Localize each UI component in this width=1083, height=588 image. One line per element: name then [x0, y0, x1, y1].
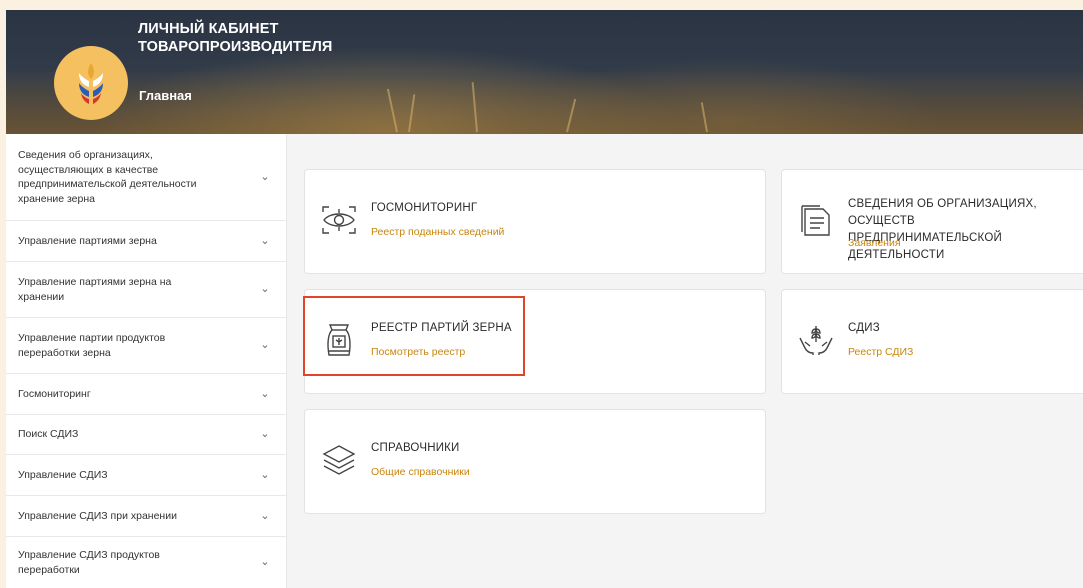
sidebar-item-organizations[interactable]: Сведения об организациях, осуществляющих… [6, 134, 286, 221]
card-organizations[interactable]: СВЕДЕНИЯ ОБ ОРГАНИЗАЦИЯХ, ОСУЩЕСТВ ПРЕДП… [781, 169, 1083, 274]
eye-scan-icon [322, 206, 356, 234]
wheat-flag-logo-icon [79, 63, 103, 104]
sidebar-item-sdiz-management[interactable]: Управление СДИЗ ⌄ [6, 455, 286, 496]
layers-icon [322, 445, 356, 475]
sidebar-item-label: Госмониторинг [18, 387, 91, 400]
hands-wheat-icon [799, 326, 833, 355]
card-link[interactable]: Реестр поданных сведений [371, 226, 504, 238]
app-frame: ЛИЧНЫЙ КАБИНЕТ ТОВАРОПРОИЗВОДИТЕЛЯ Главн… [6, 10, 1083, 588]
sidebar-item-label: Управление СДИЗ при хранении [18, 509, 177, 522]
breadcrumb-home[interactable]: Главная [139, 88, 192, 103]
card-sdiz[interactable]: СДИЗ Реестр СДИЗ [781, 289, 1083, 394]
card-link[interactable]: Реестр СДИЗ [848, 346, 913, 358]
card-title: ГОСМОНИТОРИНГ [371, 202, 478, 214]
sidebar-item-sdiz-storage[interactable]: Управление СДИЗ при хранении ⌄ [6, 496, 286, 537]
card-title: РЕЕСТР ПАРТИЙ ЗЕРНА [371, 322, 512, 334]
grain-bag-icon [327, 324, 351, 356]
sidebar-item-grain-lots-storage[interactable]: Управление партиями зерна на хранении ⌄ [6, 262, 286, 318]
sidebar-item-sdiz-processed[interactable]: Управление СДИЗ продуктов переработки ⌄ [6, 537, 286, 588]
card-gosmonitoring[interactable]: ГОСМОНИТОРИНГ Реестр поданных сведений [304, 169, 766, 274]
chevron-down-icon: ⌄ [260, 170, 270, 183]
cabinet-title: ЛИЧНЫЙ КАБИНЕТ ТОВАРОПРОИЗВОДИТЕЛЯ [138, 20, 332, 56]
chevron-down-icon: ⌄ [260, 283, 270, 296]
card-title: СПРАВОЧНИКИ [371, 442, 460, 454]
card-title: СДИЗ [848, 322, 880, 334]
cabinet-title-line1: ЛИЧНЫЙ КАБИНЕТ [138, 21, 279, 37]
sidebar-item-label: Управление СДИЗ продуктов переработки [18, 549, 160, 576]
sidebar-item-gosmonitoring[interactable]: Госмониторинг ⌄ [6, 374, 286, 415]
sidebar-item-label: Поиск СДИЗ [18, 428, 79, 441]
chevron-down-icon: ⌄ [260, 339, 270, 352]
sidebar-nav: Сведения об организациях, осуществляющих… [6, 134, 287, 588]
card-link[interactable]: Посмотреть реестр [371, 346, 465, 358]
card-grain-registry[interactable]: РЕЕСТР ПАРТИЙ ЗЕРНА Посмотреть реестр [304, 289, 766, 394]
chevron-down-icon: ⌄ [260, 387, 270, 400]
card-title: СВЕДЕНИЯ ОБ ОРГАНИЗАЦИЯХ, ОСУЩЕСТВ ПРЕДП… [848, 196, 1083, 264]
card-title-line1: СВЕДЕНИЯ ОБ ОРГАНИЗАЦИЯХ, ОСУЩЕСТВ [848, 198, 1037, 227]
sidebar-item-label: Управление партиями зерна [18, 234, 157, 247]
sidebar-item-label: Управление СДИЗ [18, 468, 108, 481]
sidebar-item-grain-lots[interactable]: Управление партиями зерна ⌄ [6, 221, 286, 262]
card-link[interactable]: Заявления [848, 237, 901, 249]
chevron-down-icon: ⌄ [260, 428, 270, 441]
sidebar-item-processed-products[interactable]: Управление партии продуктов переработки … [6, 318, 286, 374]
sidebar-item-label: Сведения об организациях, осуществляющих… [18, 149, 197, 205]
chevron-down-icon: ⌄ [260, 509, 270, 522]
header-banner: ЛИЧНЫЙ КАБИНЕТ ТОВАРОПРОИЗВОДИТЕЛЯ Главн… [6, 10, 1083, 134]
sidebar-item-label: Управление партиями зерна на хранении [18, 276, 172, 303]
card-directories[interactable]: СПРАВОЧНИКИ Общие справочники [304, 409, 766, 514]
document-icon [801, 205, 830, 236]
chevron-down-icon: ⌄ [260, 556, 270, 569]
sidebar-item-sdiz-search[interactable]: Поиск СДИЗ ⌄ [6, 415, 286, 455]
card-link[interactable]: Общие справочники [371, 466, 470, 478]
chevron-down-icon: ⌄ [260, 468, 270, 481]
sidebar-item-label: Управление партии продуктов переработки … [18, 332, 166, 359]
header-field-band [6, 72, 1083, 134]
logo[interactable] [54, 46, 128, 120]
cabinet-title-line2: ТОВАРОПРОИЗВОДИТЕЛЯ [138, 39, 333, 55]
chevron-down-icon: ⌄ [260, 234, 270, 247]
